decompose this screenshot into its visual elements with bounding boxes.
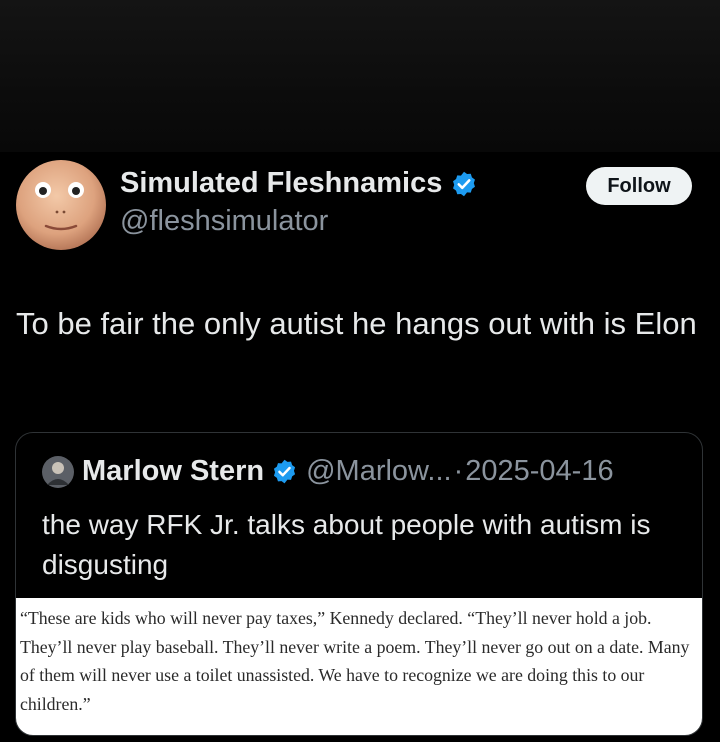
quoted-tweet-card[interactable]: Marlow Stern @Marlow... · 2025-04-16 the… [15, 432, 703, 736]
quoted-author-avatar[interactable] [42, 455, 74, 488]
tweet-text: To be fair the only autist he hangs out … [16, 306, 697, 341]
quoted-tweet-date[interactable]: 2025-04-16 [465, 455, 613, 488]
top-fade-area [0, 0, 720, 152]
quoted-author-name[interactable]: Marlow Stern [82, 455, 264, 488]
follow-button[interactable]: Follow [586, 167, 692, 205]
verified-badge-icon [450, 170, 478, 198]
face-avatar-image [16, 160, 106, 250]
avatar[interactable] [16, 160, 106, 250]
quoted-article-excerpt-image[interactable]: “These are kids who will never pay taxes… [16, 598, 702, 735]
dot-separator: · [453, 455, 464, 487]
quoted-author-handle[interactable]: @Marlow... [306, 455, 451, 488]
quoted-tweet-header: Marlow Stern @Marlow... · 2025-04-16 [42, 455, 614, 488]
quoted-tweet-text: the way RFK Jr. talks about people with … [42, 509, 651, 580]
display-name-row[interactable]: Simulated Fleshnamics [120, 167, 478, 200]
verified-badge-icon [274, 459, 296, 484]
user-handle[interactable]: @fleshsimulator [120, 205, 328, 238]
display-name[interactable]: Simulated Fleshnamics [120, 167, 442, 200]
